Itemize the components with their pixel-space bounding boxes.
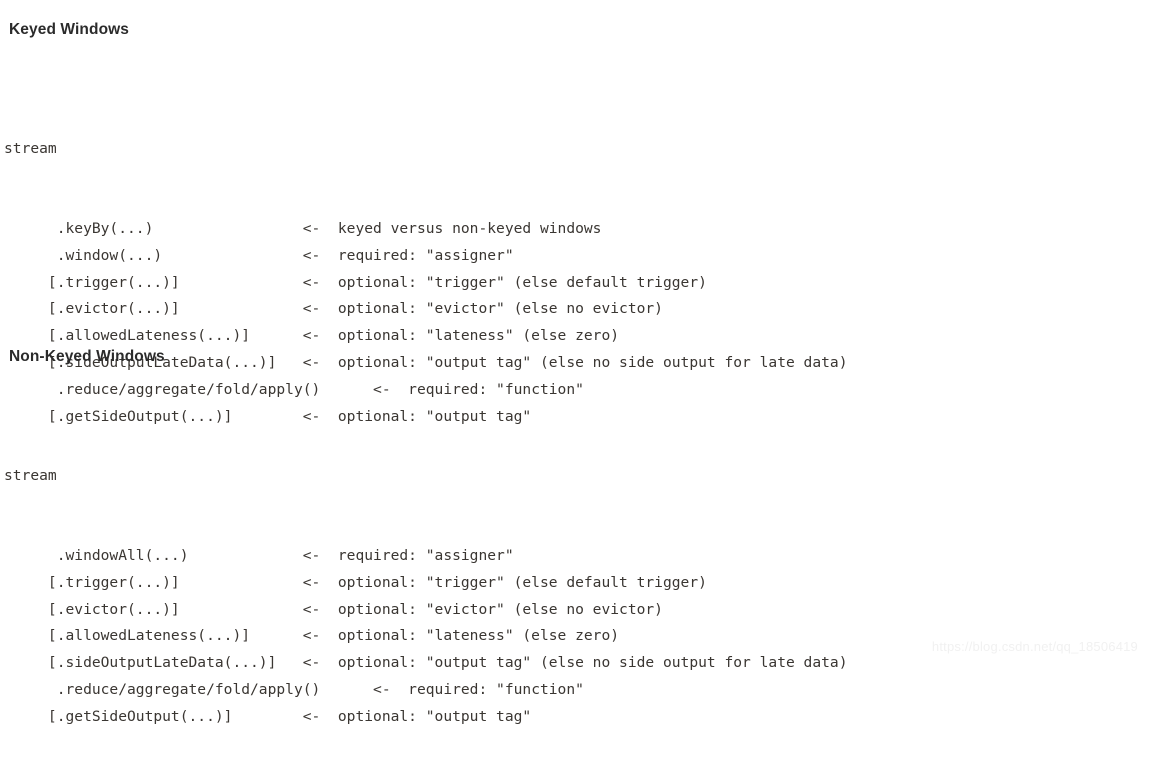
code-line-arrow: <- xyxy=(302,219,321,237)
code-stream-label: stream xyxy=(4,139,57,157)
watermark-url: https://blog.csdn.net/qq_18506419 xyxy=(931,639,1138,654)
code-line-comment: required: "function" xyxy=(390,680,584,698)
code-line-arrow: <- xyxy=(302,327,321,345)
code-line: [.allowedLateness(...)] <- optional: "la… xyxy=(4,623,847,650)
code-line-arrow: <- xyxy=(302,353,321,371)
code-line-comment: keyed versus non-keyed windows xyxy=(320,219,602,237)
code-line: [.trigger(...)] <- optional: "trigger" (… xyxy=(4,570,847,597)
code-line: [.trigger(...)] <- optional: "trigger" (… xyxy=(4,270,847,297)
code-line: .reduce/aggregate/fold/apply() <- requir… xyxy=(4,677,847,704)
code-line-call: [.trigger(...)] xyxy=(4,273,303,291)
code-line-arrow: <- xyxy=(302,573,321,591)
code-lines-non-keyed: .windowAll(...) <- required: "assigner" … xyxy=(4,543,848,731)
code-line-arrow: <- xyxy=(302,654,321,672)
code-line-call: [.evictor(...)] xyxy=(4,300,303,318)
code-line-arrow: <- xyxy=(302,707,321,725)
code-line-comment: optional: "evictor" (else no evictor) xyxy=(320,600,663,618)
code-line-comment: optional: "evictor" (else no evictor) xyxy=(320,300,663,318)
code-line-comment: required: "assigner" xyxy=(320,246,514,264)
code-line: .keyBy(...) <- keyed versus non-keyed wi… xyxy=(4,216,847,243)
code-line-arrow: <- xyxy=(302,300,321,318)
page-root: Keyed Windows stream .keyBy(...) <- keye… xyxy=(0,0,1152,725)
code-line-comment: optional: "trigger" (else default trigge… xyxy=(320,573,707,591)
code-stream-label: stream xyxy=(4,466,57,484)
code-line-comment: optional: "lateness" (else zero) xyxy=(320,327,620,345)
code-line-call: .windowAll(...) xyxy=(4,546,303,564)
code-line-call: [.sideOutputLateData(...)] xyxy=(4,654,303,672)
code-line-comment: optional: "output tag" xyxy=(320,707,532,725)
code-line-call: .window(...) xyxy=(4,246,303,264)
code-line: .windowAll(...) <- required: "assigner" xyxy=(4,543,847,570)
section-heading-non-keyed-windows: Non-Keyed Windows xyxy=(9,348,165,365)
code-line-call: [.allowedLateness(...)] xyxy=(4,627,303,645)
code-line-arrow: <- xyxy=(302,246,321,264)
code-line-arrow: <- xyxy=(302,627,321,645)
code-line-comment: required: "assigner" xyxy=(320,546,514,564)
code-line-call: [.trigger(...)] xyxy=(4,573,303,591)
code-line-arrow: <- xyxy=(302,546,321,564)
code-line-arrow: <- xyxy=(302,600,321,618)
code-line-call: .reduce/aggregate/fold/apply() xyxy=(4,380,374,398)
code-line-call: .keyBy(...) xyxy=(4,219,303,237)
code-line-call: [.getSideOutput(...)] xyxy=(4,707,303,725)
code-line-arrow: <- xyxy=(373,680,391,698)
code-line-comment: optional: "output tag" (else no side out… xyxy=(320,654,848,672)
code-line: .window(...) <- required: "assigner" xyxy=(4,243,847,270)
code-line-comment: optional: "output tag" (else no side out… xyxy=(320,353,848,371)
code-line-call: [.evictor(...)] xyxy=(4,600,303,618)
code-line-call: [.allowedLateness(...)] xyxy=(4,327,303,345)
section-heading-keyed-windows: Keyed Windows xyxy=(9,21,130,38)
code-lines-keyed: .keyBy(...) <- keyed versus non-keyed wi… xyxy=(4,216,848,430)
code-line-arrow: <- xyxy=(373,380,391,398)
code-line-call: .reduce/aggregate/fold/apply() xyxy=(4,680,374,698)
code-block-non-keyed-windows: stream .windowAll(...) <- required: "ass… xyxy=(4,409,847,784)
code-line: [.getSideOutput(...)] <- optional: "outp… xyxy=(4,704,847,731)
code-line-comment: required: "function" xyxy=(390,380,584,398)
code-line: [.allowedLateness(...)] <- optional: "la… xyxy=(4,323,847,350)
code-line-comment: optional: "lateness" (else zero) xyxy=(320,627,620,645)
code-line-comment: optional: "trigger" (else default trigge… xyxy=(320,273,707,291)
code-line-arrow: <- xyxy=(302,273,321,291)
code-line: [.evictor(...)] <- optional: "evictor" (… xyxy=(4,597,847,624)
code-line: [.evictor(...)] <- optional: "evictor" (… xyxy=(4,296,847,323)
code-line: .reduce/aggregate/fold/apply() <- requir… xyxy=(4,377,847,404)
